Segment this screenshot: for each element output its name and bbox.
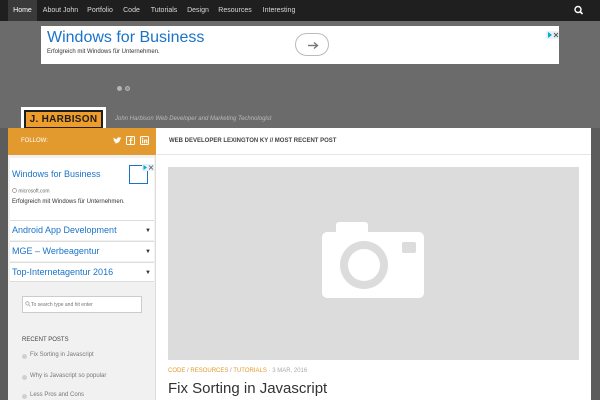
category-link[interactable]: CODE: [168, 368, 185, 374]
nav-item-tutorials[interactable]: Tutorials: [148, 0, 180, 21]
sidebar-link-label[interactable]: Top-Internetagentur 2016: [12, 267, 113, 277]
site-header: Windows for Business Erfolgreich mit Win…: [0, 21, 600, 132]
bullet-icon: [22, 394, 27, 399]
sidebar-link-label[interactable]: Android App Development: [12, 225, 117, 235]
adchoices-icon[interactable]: [142, 158, 154, 171]
camera-icon: [322, 222, 424, 298]
site-tagline: John Harbison Web Developer and Marketin…: [115, 116, 272, 122]
sidebar-link-label[interactable]: MGE – Werbeagentur: [12, 246, 99, 256]
post-title[interactable]: Fix Sorting in Javascript: [168, 380, 327, 397]
ad-description: Erfolgreich mit Windows für Unternehmen.: [47, 49, 160, 55]
header-ad[interactable]: Windows for Business Erfolgreich mit Win…: [41, 26, 559, 64]
nav-item-resources[interactable]: Resources: [216, 0, 254, 21]
carousel-dots: [117, 78, 133, 91]
chevron-down-icon: ▼: [145, 228, 151, 234]
sidebar-link[interactable]: Android App Development ▼: [10, 220, 154, 240]
main-content: WEB DEVELOPER LEXINGTON KY // MOST RECEN…: [157, 128, 591, 400]
recent-post-title[interactable]: Less Pros and Cons: [30, 392, 84, 398]
category-link[interactable]: TUTORIALS: [233, 368, 267, 374]
post-date: 3 MAR, 2016: [272, 368, 308, 374]
ad-title[interactable]: Windows for Business: [47, 29, 235, 47]
globe-icon: [12, 188, 17, 193]
top-nav: Home About John Portfolio Code Tutorials…: [0, 0, 600, 21]
nav-item-code[interactable]: Code: [121, 0, 142, 21]
sidebar-link[interactable]: Top-Internetagentur 2016 ▼: [10, 262, 154, 282]
nav-item-interesting[interactable]: Interesting: [259, 0, 299, 21]
sidebar-ad[interactable]: Windows for Business microsoft.com Erfol…: [10, 158, 154, 220]
follow-label: FOLLOW:: [21, 138, 48, 144]
linkedin-icon[interactable]: [140, 136, 149, 145]
nav-item-design[interactable]: Design: [186, 0, 210, 21]
recent-post-title[interactable]: Why is Javascript so popular: [30, 373, 106, 379]
ad-arrow-button[interactable]: [295, 33, 329, 56]
nav-item-home[interactable]: Home: [8, 0, 37, 21]
nav-item-portfolio[interactable]: Portfolio: [85, 0, 115, 21]
bullet-icon: [22, 375, 27, 380]
sidebar-ad-description: Erfolgreich mit Windows für Unternehmen.: [12, 199, 125, 205]
recent-posts-title: RECENT POSTS: [22, 337, 69, 343]
sidebar-ad-domain: microsoft.com: [12, 188, 50, 195]
recent-post-item[interactable]: Fix Sorting in Javascript: [22, 352, 152, 362]
arrow-right-icon: [308, 41, 319, 50]
chevron-down-icon: ▼: [145, 249, 151, 255]
bullet-icon: [22, 354, 27, 359]
chevron-down-icon: ▼: [145, 270, 151, 276]
main-wrapper: FOLLOW: Windows for Business microsoft.c…: [8, 128, 591, 400]
sidebar-search: [22, 296, 142, 313]
category-link[interactable]: RESOURCES: [190, 368, 228, 374]
featured-image[interactable]: [168, 167, 579, 360]
recent-post-item[interactable]: Why is Javascript so popular: [22, 373, 152, 383]
carousel-dot[interactable]: [117, 86, 122, 91]
recent-post-item[interactable]: Less Pros and Cons: [22, 392, 152, 400]
post-meta: CODE / RESOURCES / TUTORIALS · 3 MAR, 20…: [168, 368, 308, 374]
sidebar-ad-domain-text: microsoft.com: [18, 188, 50, 195]
logo-text: J. HARBISON: [29, 114, 98, 125]
adchoices-icon[interactable]: [546, 26, 559, 39]
sidebar-link[interactable]: MGE – Werbeagentur ▼: [10, 241, 154, 261]
carousel-dot[interactable]: [125, 86, 130, 91]
twitter-icon[interactable]: [113, 136, 122, 145]
follow-bar: FOLLOW:: [8, 128, 156, 155]
facebook-icon[interactable]: [126, 136, 135, 145]
search-input[interactable]: [31, 299, 139, 310]
sidebar: FOLLOW: Windows for Business microsoft.c…: [8, 128, 156, 400]
content-header: WEB DEVELOPER LEXINGTON KY // MOST RECEN…: [157, 128, 591, 155]
content-header-text: WEB DEVELOPER LEXINGTON KY // MOST RECEN…: [169, 138, 337, 144]
nav-item-about[interactable]: About John: [42, 0, 79, 21]
sidebar-ad-title[interactable]: Windows for Business: [12, 169, 101, 179]
recent-post-title[interactable]: Fix Sorting in Javascript: [30, 352, 94, 358]
search-icon[interactable]: [568, 0, 590, 21]
